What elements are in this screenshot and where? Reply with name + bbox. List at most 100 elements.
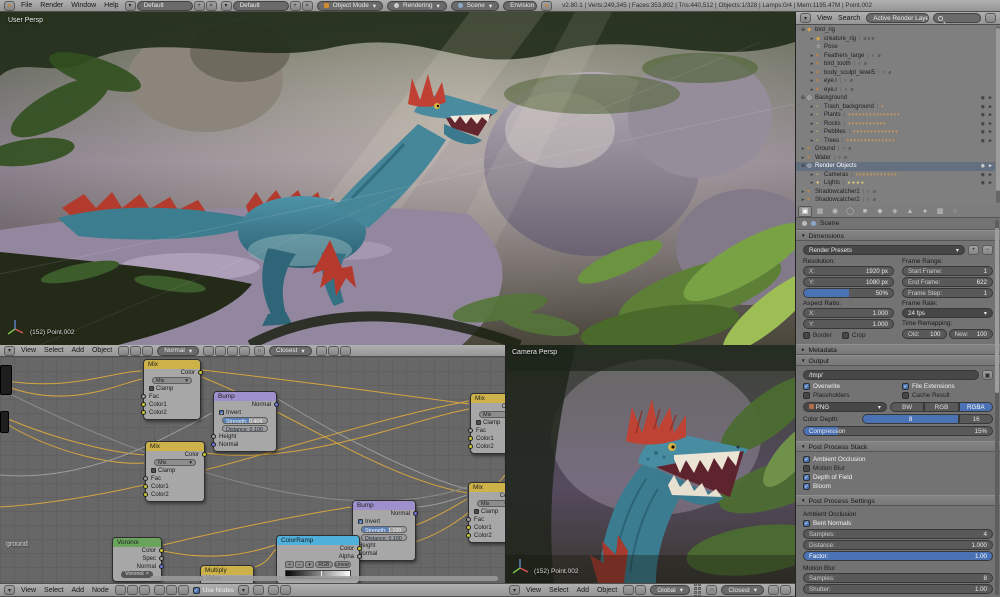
resolution-y-field[interactable]: Y: 1080 px bbox=[803, 277, 894, 287]
tab-world[interactable]: ◯ bbox=[843, 206, 857, 217]
node-socket[interactable] bbox=[357, 546, 362, 551]
delete-scene-button[interactable]: × bbox=[301, 0, 313, 11]
scene-dropdown[interactable]: Default bbox=[232, 0, 289, 11]
restrict-render-icon[interactable]: ► bbox=[988, 180, 993, 186]
node-row[interactable]: Color2 bbox=[143, 491, 204, 499]
node-checkbox[interactable]: ✓ bbox=[358, 518, 363, 525]
node-row[interactable]: Clamp bbox=[146, 467, 204, 475]
snap-target-dropdown[interactable]: Closest ▾ bbox=[269, 345, 312, 356]
layer-toggle[interactable] bbox=[693, 590, 697, 594]
menu-add[interactable]: Add bbox=[72, 347, 84, 354]
remove-preset-button[interactable]: − bbox=[982, 245, 993, 255]
header-button[interactable] bbox=[130, 345, 142, 356]
menu-view[interactable]: View bbox=[21, 347, 36, 354]
menu-view[interactable]: View bbox=[817, 15, 832, 22]
node-row[interactable]: ✓ Invert bbox=[214, 409, 276, 417]
node-title[interactable]: Mix bbox=[146, 442, 204, 451]
engine-dropdown[interactable]: Envision bbox=[503, 0, 538, 11]
panel-post-process-stack[interactable]: ▼ Post Process Stack bbox=[796, 441, 1000, 452]
outliner-item-creature_rig[interactable]: ▸ ◆ creature_rig | øøø bbox=[796, 35, 995, 44]
ao-distance-field[interactable]: Distance: 1.000 bbox=[803, 540, 993, 550]
menu-window[interactable]: Window bbox=[71, 2, 96, 9]
end-frame-field[interactable]: End Frame: 622 bbox=[902, 277, 993, 287]
add-preset-button[interactable]: + bbox=[968, 245, 979, 255]
tab-texture[interactable]: ▩ bbox=[933, 206, 947, 217]
scene-data-dropdown[interactable]: Scene ▾ bbox=[450, 0, 500, 11]
panel-dimensions[interactable]: ▼ Dimensions bbox=[796, 230, 1000, 241]
menu-node[interactable]: Node bbox=[92, 587, 109, 594]
placeholders-checkbox[interactable]: Placeholders bbox=[803, 391, 894, 400]
restrict-render-icon[interactable]: ► bbox=[988, 138, 993, 144]
outliner-item-trash_background[interactable]: ▸ • Trash_background | ▾ ◉ ► bbox=[796, 103, 995, 112]
node-row[interactable]: Color bbox=[469, 492, 505, 500]
node-slider[interactable]: Strength: 0.404 bbox=[222, 417, 268, 424]
node-socket[interactable] bbox=[466, 533, 471, 538]
pin-button[interactable] bbox=[252, 585, 264, 595]
overwrite-checkbox[interactable]: ✓ Overwrite bbox=[803, 382, 894, 391]
editor-type-button[interactable]: ▾ bbox=[800, 13, 811, 23]
layer-toggle[interactable] bbox=[693, 586, 697, 590]
mb-shutter-field[interactable]: Shutter: 1.00 bbox=[803, 584, 993, 594]
layer-toggle[interactable] bbox=[697, 584, 701, 586]
ramp-button[interactable]: + bbox=[285, 561, 294, 568]
compression-slider[interactable]: Compression 15% bbox=[803, 426, 993, 436]
outliner-item-ground[interactable]: ▸ ▾ Ground | ▿ ø bbox=[796, 145, 995, 154]
menu-view[interactable]: View bbox=[21, 587, 36, 594]
tab-render[interactable]: ▣ bbox=[798, 205, 812, 217]
stack-checkbox-depth-of-field[interactable]: ✓ Depth of Field bbox=[803, 473, 993, 482]
snap-target-dropdown[interactable]: Closest ▾ bbox=[721, 585, 764, 595]
bent-normals-checkbox[interactable]: ✓ Bent Normals bbox=[803, 519, 993, 528]
browse-scenes-icon[interactable]: ▾ bbox=[220, 0, 232, 11]
bw-button[interactable]: BW bbox=[890, 402, 925, 412]
node-checkbox[interactable]: ✓ bbox=[219, 409, 224, 416]
header-button[interactable] bbox=[126, 585, 138, 595]
node-title[interactable]: Mix bbox=[469, 483, 505, 492]
delete-screen-button[interactable]: × bbox=[205, 0, 217, 11]
node-row[interactable]: Mix▾ bbox=[471, 411, 505, 419]
node-title[interactable]: Bump bbox=[353, 501, 415, 510]
tab-physics[interactable]: ○ bbox=[948, 206, 962, 217]
node-row[interactable]: Color bbox=[146, 451, 207, 459]
header-button[interactable] bbox=[215, 345, 227, 356]
panel-post-process-settings[interactable]: ▼ Post Process Settings bbox=[796, 495, 1000, 506]
node-row[interactable]: Clamp bbox=[471, 419, 505, 427]
outliner-item-water[interactable]: ▸ ▾ Water | ▿ ø bbox=[796, 154, 995, 163]
panel-output[interactable]: ▼ Output bbox=[796, 355, 1000, 366]
node-mix[interactable]: MixColorMix▾ClampFacColor1Color2 bbox=[141, 359, 203, 420]
node-socket[interactable] bbox=[357, 554, 362, 559]
header-button[interactable] bbox=[239, 345, 251, 356]
tab-scene[interactable]: ◉ bbox=[828, 206, 842, 217]
texture-datablock-field[interactable]: Voronoi × bbox=[121, 571, 153, 578]
clipped-node[interactable] bbox=[0, 365, 12, 395]
node-socket[interactable] bbox=[141, 394, 146, 399]
tab-render-layers[interactable]: ▦ bbox=[813, 206, 827, 217]
header-button[interactable] bbox=[118, 345, 130, 356]
outliner-item-shadowcatcher1[interactable]: ▸ ▾ Shadowcatcher1 | ▿ ø bbox=[796, 188, 995, 197]
file-format-dropdown[interactable]: PNG ▾ bbox=[803, 402, 887, 412]
header-button[interactable] bbox=[165, 585, 177, 595]
resolution-x-field[interactable]: X: 1920 px bbox=[803, 266, 894, 276]
header-button[interactable] bbox=[138, 585, 150, 595]
menu-render[interactable]: Render bbox=[40, 2, 63, 9]
node-slider[interactable]: Distance: 0.100 bbox=[222, 425, 268, 432]
header-button[interactable] bbox=[635, 585, 647, 595]
outliner-item-bird_tooth[interactable]: ▸ ▾ bird_tooth | ▿ ø bbox=[796, 60, 995, 69]
3d-viewport[interactable]: User Persp (152) Point.002 bbox=[0, 12, 795, 345]
node-socket[interactable] bbox=[466, 517, 471, 522]
outliner-item-eye.l[interactable]: ▸ ▾ eye.l | ▿ ø bbox=[796, 77, 995, 86]
node-row[interactable]: Normal bbox=[113, 563, 164, 571]
ramp-button[interactable]: Linear bbox=[333, 561, 351, 568]
node-socket[interactable] bbox=[159, 564, 164, 569]
node-row[interactable]: Color2 bbox=[466, 532, 505, 540]
display-mode-dropdown[interactable]: Active Render Layer▾ bbox=[866, 13, 929, 23]
material-browse-button[interactable]: ▾ bbox=[237, 585, 249, 595]
node-socket[interactable] bbox=[468, 444, 473, 449]
outliner-item-pebbles[interactable]: ▸ • Pebbles | ▾▾▾▾▾▾▾▾▾▾▾▾▾ ◉ ► bbox=[796, 128, 995, 137]
search-input[interactable] bbox=[933, 13, 981, 23]
menu-object[interactable]: Object bbox=[597, 587, 617, 594]
restrict-render-icon[interactable]: ► bbox=[988, 95, 993, 101]
tab-constraints[interactable]: ◆ bbox=[873, 206, 887, 217]
node-socket[interactable] bbox=[143, 484, 148, 489]
node-row[interactable]: Normal bbox=[350, 550, 415, 558]
ao-factor-slider[interactable]: Factor: 1.00 bbox=[803, 551, 993, 561]
